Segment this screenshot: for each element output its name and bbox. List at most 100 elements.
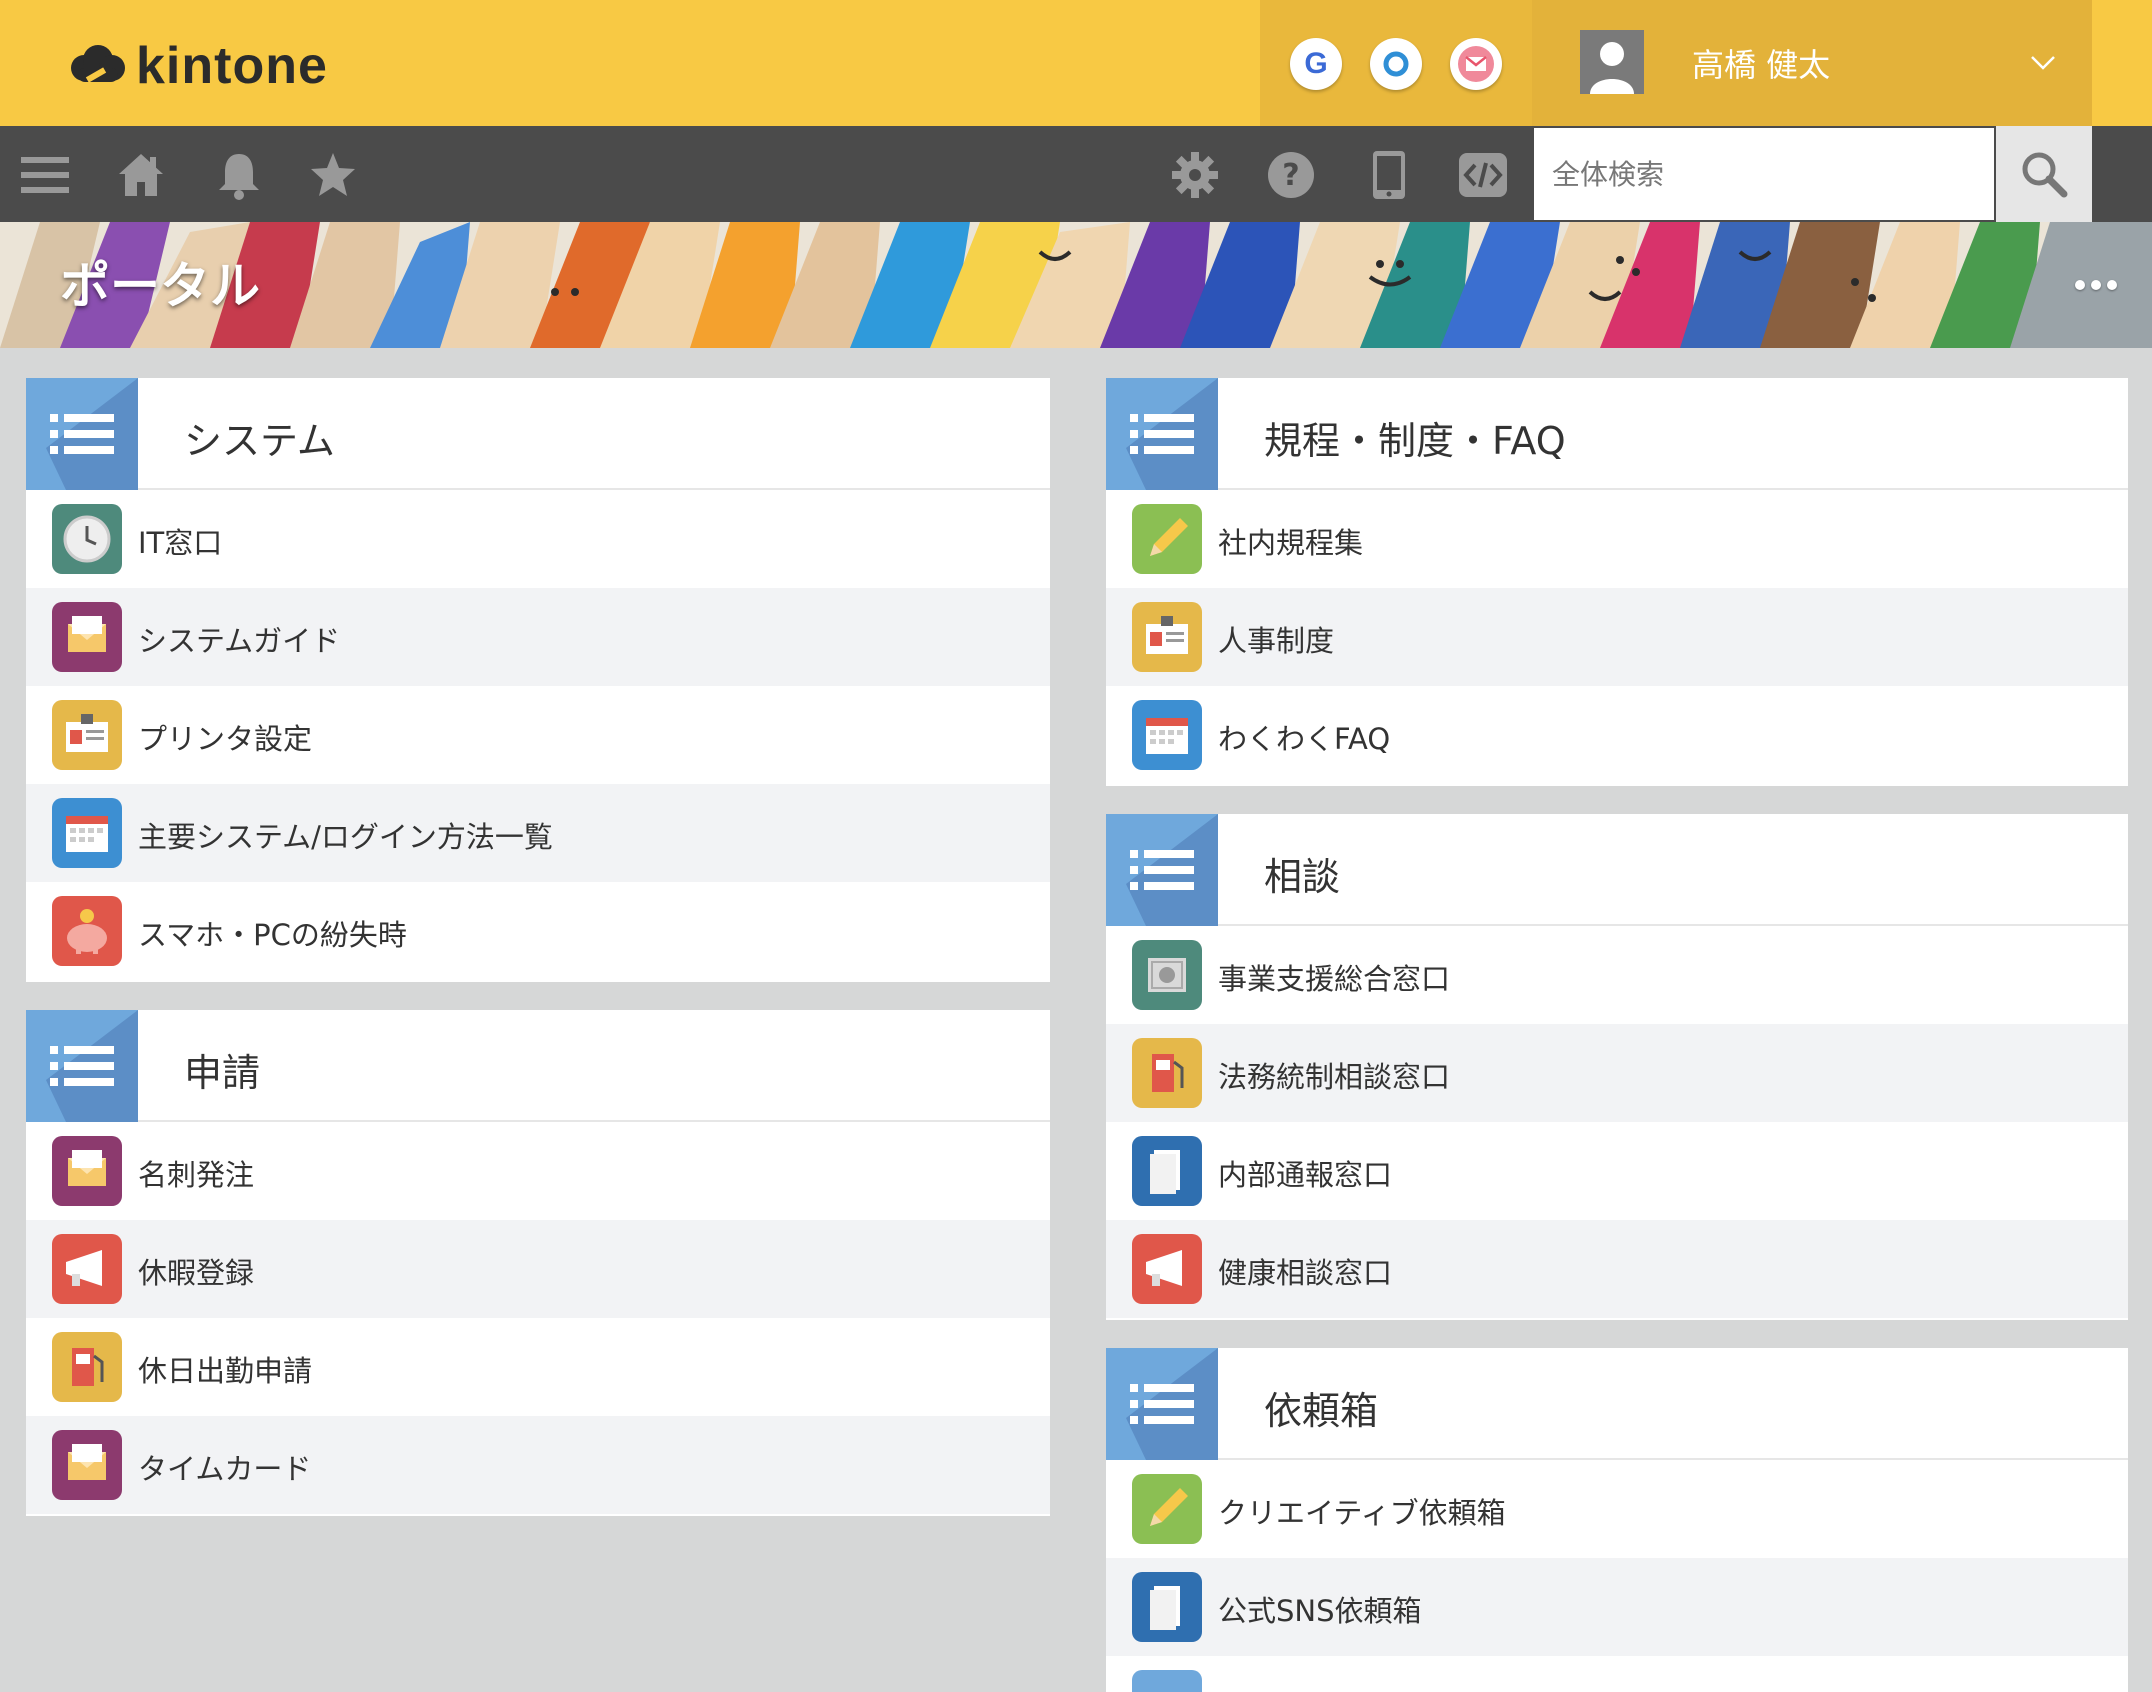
panel-header: 依頼箱 <box>1106 1348 2128 1460</box>
calendar-icon <box>52 798 122 868</box>
svg-text:?: ? <box>1282 158 1299 193</box>
gas-pump-icon <box>52 1332 122 1402</box>
app-link-holiday-work[interactable]: 休日出勤申請 <box>26 1318 1050 1416</box>
app-link-creative-request[interactable]: クリエイティブ依頼箱 <box>1106 1460 2128 1558</box>
app-link-system-login-list[interactable]: 主要システム/ログイン方法一覧 <box>26 784 1050 882</box>
toolbar-edge <box>2092 126 2152 222</box>
app-link-label: 社内規程集 <box>1218 526 1364 560</box>
help-icon[interactable]: ? <box>1264 148 1318 202</box>
mobile-icon[interactable] <box>1362 148 1416 202</box>
megaphone-icon <box>1132 1234 1202 1304</box>
app-link-device-loss[interactable]: スマホ・PCの紛失時 <box>26 882 1050 980</box>
app-link-time-card[interactable]: タイムカード <box>26 1416 1050 1514</box>
list-icon <box>26 1010 138 1122</box>
home-icon[interactable] <box>114 148 168 202</box>
app-link-label: 休暇登録 <box>138 1256 255 1290</box>
search-icon <box>2022 152 2068 198</box>
panel-title: 申請 <box>184 1051 261 1095</box>
app-link-label: クリエイティブ依頼箱 <box>1218 1496 1506 1530</box>
app-link-label: 健康相談窓口 <box>1218 1256 1393 1290</box>
clock-icon <box>52 504 122 574</box>
app-link-business-cards[interactable]: 名刺発注 <box>26 1122 1050 1220</box>
global-search-box <box>1532 126 1996 222</box>
app-link-label: 内部通報窓口 <box>1218 1158 1393 1192</box>
app-link-label: わくわくFAQ <box>1218 722 1391 756</box>
panel-header: 申請 <box>26 1010 1050 1122</box>
app-link-whistleblowing[interactable]: 内部通報窓口 <box>1106 1122 2128 1220</box>
app-link-partial-row[interactable] <box>1106 1656 2128 1692</box>
kintone-logo[interactable]: kintone <box>66 36 328 96</box>
portal-banner: ポータル <box>0 222 2152 348</box>
app-link-printer-settings[interactable]: プリンタ設定 <box>26 686 1050 784</box>
portal-panel-system: システム IT窓口 システムガイド プリンタ設定 主要システム/ログイン方法一覧… <box>26 378 1050 982</box>
document-icon <box>1132 1136 1202 1206</box>
settings-gear-icon[interactable] <box>1168 148 1222 202</box>
list-icon <box>1106 814 1218 926</box>
colored-pencils-banner-image <box>0 222 2152 348</box>
app-link-faq[interactable]: わくわくFAQ <box>1106 686 2128 784</box>
safe-icon <box>1132 940 1202 1010</box>
app-link-business-support[interactable]: 事業支援総合窓口 <box>1106 926 2128 1024</box>
code-api-icon[interactable] <box>1456 148 1510 202</box>
google-service-icon[interactable]: G <box>1290 38 1342 90</box>
portal-panel-application: 申請 名刺発注 休暇登録 休日出勤申請 タイムカード <box>26 1010 1050 1516</box>
calendar-icon <box>1132 700 1202 770</box>
panel-title: 相談 <box>1264 855 1341 899</box>
logo-text: kintone <box>136 37 328 95</box>
app-link-hr-system[interactable]: 人事制度 <box>1106 588 2128 686</box>
app-link-label: 名刺発注 <box>138 1158 255 1192</box>
id-card-icon <box>1132 602 1202 672</box>
mail-service-icon[interactable] <box>1450 38 1502 90</box>
gas-pump-icon <box>1132 1038 1202 1108</box>
hamburger-menu-icon[interactable] <box>18 148 72 202</box>
list-icon <box>1106 1348 1218 1460</box>
app-link-system-guide[interactable]: システムガイド <box>26 588 1050 686</box>
office-service-icon[interactable] <box>1370 38 1422 90</box>
panel-header: 規程・制度・FAQ <box>1106 378 2128 490</box>
app-link-label: タイムカード <box>138 1452 312 1486</box>
app-link-label: 人事制度 <box>1218 624 1335 658</box>
piggy-bank-icon <box>52 896 122 966</box>
avatar <box>1580 30 1644 94</box>
app-link-company-rules[interactable]: 社内規程集 <box>1106 490 2128 588</box>
app-icon <box>1132 1670 1202 1692</box>
list-icon <box>1106 378 1218 490</box>
app-link-leave-registration[interactable]: 休暇登録 <box>26 1220 1050 1318</box>
app-link-label: 公式SNS依頼箱 <box>1218 1594 1422 1628</box>
document-icon <box>1132 1572 1202 1642</box>
pencil-icon <box>1132 1474 1202 1544</box>
user-menu[interactable]: 高橋 健太 <box>1532 0 2092 126</box>
panel-title: 規程・制度・FAQ <box>1264 419 1566 463</box>
global-search-input[interactable] <box>1552 157 1994 191</box>
toolbar: ? <box>0 126 2152 222</box>
chevron-down-icon[interactable] <box>2028 48 2058 78</box>
global-header: kintone G 高橋 健太 <box>0 0 2152 126</box>
page-title: ポータル <box>60 257 260 315</box>
app-link-label: IT窓口 <box>138 526 223 560</box>
id-card-icon <box>52 700 122 770</box>
panel-title: システム <box>184 419 335 463</box>
app-link-label: プリンタ設定 <box>138 722 313 756</box>
panel-title: 依頼箱 <box>1264 1389 1379 1433</box>
app-link-label: スマホ・PCの紛失時 <box>138 918 407 952</box>
envelope-icon <box>52 1430 122 1500</box>
notification-bell-icon[interactable] <box>212 148 266 202</box>
app-link-it-desk[interactable]: IT窓口 <box>26 490 1050 588</box>
app-link-health-consultation[interactable]: 健康相談窓口 <box>1106 1220 2128 1318</box>
megaphone-icon <box>52 1234 122 1304</box>
favorites-star-icon[interactable] <box>306 148 360 202</box>
user-name: 高橋 健太 <box>1692 46 1831 84</box>
search-button[interactable] <box>1996 126 2092 222</box>
service-links: G <box>1260 0 1532 126</box>
app-link-sns-request[interactable]: 公式SNS依頼箱 <box>1106 1558 2128 1656</box>
panel-header: 相談 <box>1106 814 2128 926</box>
portal-panel-rules-faq: 規程・制度・FAQ 社内規程集 人事制度 わくわくFAQ <box>1106 378 2128 786</box>
more-options-icon[interactable] <box>2064 260 2128 310</box>
portal-panel-consultation: 相談 事業支援総合窓口 法務統制相談窓口 内部通報窓口 健康相談窓口 <box>1106 814 2128 1320</box>
app-link-label: 主要システム/ログイン方法一覧 <box>138 820 553 854</box>
cloud-logo-icon <box>71 45 125 83</box>
envelope-icon <box>52 602 122 672</box>
list-icon <box>26 378 138 490</box>
app-link-label: システムガイド <box>138 624 341 658</box>
app-link-legal-consultation[interactable]: 法務統制相談窓口 <box>1106 1024 2128 1122</box>
